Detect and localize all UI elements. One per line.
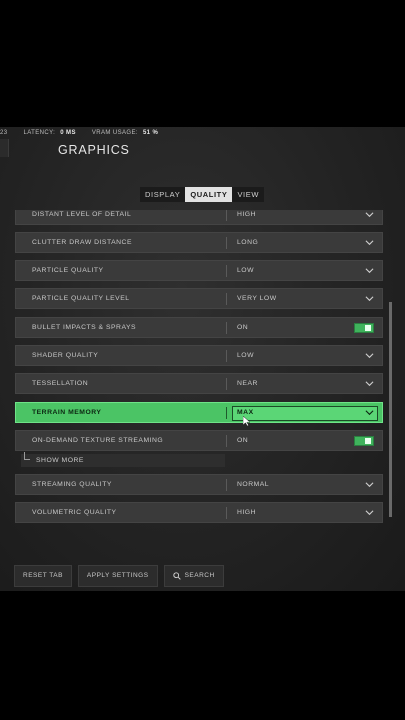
vram-value: 51 % bbox=[142, 129, 159, 136]
setting-label: CLUTTER DRAW DISTANCE bbox=[32, 239, 132, 246]
setting-label: SHADER QUALITY bbox=[32, 352, 99, 359]
chevron-down-icon[interactable] bbox=[365, 509, 374, 516]
divider bbox=[226, 265, 227, 277]
setting-row-tessellation[interactable]: TESSELLATION NEAR bbox=[15, 373, 383, 394]
divider bbox=[226, 237, 227, 249]
setting-row-on-demand-texture-streaming[interactable]: ON-DEMAND TEXTURE STREAMING ON bbox=[15, 430, 383, 451]
divider bbox=[226, 293, 227, 305]
divider bbox=[226, 479, 227, 491]
search-button[interactable]: SEARCH bbox=[163, 565, 224, 587]
dropdown-box[interactable] bbox=[232, 406, 378, 421]
show-more-link[interactable]: SHOW MORE bbox=[21, 452, 225, 467]
setting-value: ON bbox=[237, 437, 249, 444]
settings-screen: 23 LATENCY: 0 MS VRAM USAGE: 51 % GRAPHI… bbox=[0, 127, 405, 591]
setting-value: VERY LOW bbox=[237, 295, 277, 302]
setting-label: STREAMING QUALITY bbox=[32, 481, 112, 488]
chevron-down-icon[interactable] bbox=[365, 380, 374, 387]
reset-tab-label: RESET TAB bbox=[23, 572, 63, 579]
chevron-down-icon[interactable] bbox=[365, 267, 374, 274]
setting-row-distant-lod[interactable]: DISTANT LEVEL OF DETAIL HIGH bbox=[15, 210, 383, 225]
divider bbox=[226, 407, 227, 419]
tab-view[interactable]: VIEW bbox=[232, 187, 264, 202]
setting-row-volumetric-quality[interactable]: VOLUMETRIC QUALITY HIGH bbox=[15, 502, 383, 523]
tab-quality[interactable]: QUALITY bbox=[185, 187, 233, 202]
setting-label: VOLUMETRIC QUALITY bbox=[32, 509, 117, 516]
setting-value: LOW bbox=[237, 267, 254, 274]
reset-tab-button[interactable]: RESET TAB bbox=[14, 565, 72, 587]
setting-value: ON bbox=[237, 324, 249, 331]
apply-settings-button[interactable]: APPLY SETTINGS bbox=[77, 565, 158, 587]
setting-label: PARTICLE QUALITY LEVEL bbox=[32, 295, 130, 302]
divider bbox=[226, 435, 227, 447]
status-fragment: 23 bbox=[0, 129, 8, 136]
setting-row-terrain-memory[interactable]: TERRAIN MEMORY MAX bbox=[15, 402, 383, 423]
chevron-down-icon[interactable] bbox=[365, 409, 374, 416]
tab-bar: DISPLAY QUALITY VIEW bbox=[140, 187, 265, 202]
setting-row-clutter-draw-distance[interactable]: CLUTTER DRAW DISTANCE LONG bbox=[15, 232, 383, 253]
chevron-down-icon[interactable] bbox=[365, 239, 374, 246]
apply-settings-label: APPLY SETTINGS bbox=[86, 572, 149, 579]
chevron-down-icon[interactable] bbox=[365, 211, 374, 218]
setting-label: TESSELLATION bbox=[32, 380, 89, 387]
setting-label: DISTANT LEVEL OF DETAIL bbox=[32, 211, 132, 218]
divider bbox=[226, 350, 227, 362]
tree-elbow-icon bbox=[24, 452, 30, 460]
toggle-switch[interactable] bbox=[354, 323, 374, 333]
setting-value: LONG bbox=[237, 239, 259, 246]
setting-value: HIGH bbox=[237, 509, 256, 516]
side-panel-edge bbox=[0, 139, 9, 157]
toggle-switch[interactable] bbox=[354, 436, 374, 446]
divider bbox=[226, 322, 227, 334]
setting-row-particle-quality-level[interactable]: PARTICLE QUALITY LEVEL VERY LOW bbox=[15, 288, 383, 309]
chevron-down-icon[interactable] bbox=[365, 481, 374, 488]
setting-value: HIGH bbox=[237, 211, 256, 218]
setting-label: BULLET IMPACTS & SPRAYS bbox=[32, 324, 137, 331]
setting-value: LOW bbox=[237, 352, 254, 359]
show-more-label: SHOW MORE bbox=[36, 457, 84, 464]
search-label: SEARCH bbox=[184, 572, 215, 579]
latency-value: 0 MS bbox=[60, 129, 76, 136]
setting-value: NEAR bbox=[237, 380, 258, 387]
toggle-knob bbox=[365, 438, 371, 444]
toggle-knob bbox=[365, 325, 371, 331]
divider bbox=[226, 507, 227, 519]
setting-label: TERRAIN MEMORY bbox=[32, 409, 102, 416]
scrollbar[interactable] bbox=[389, 302, 392, 517]
setting-label: ON-DEMAND TEXTURE STREAMING bbox=[32, 437, 164, 444]
footer-buttons: RESET TAB APPLY SETTINGS SEARCH bbox=[14, 565, 224, 587]
vram-label: VRAM USAGE: bbox=[91, 129, 138, 136]
divider bbox=[226, 210, 227, 221]
chevron-down-icon[interactable] bbox=[365, 295, 374, 302]
chevron-down-icon[interactable] bbox=[365, 352, 374, 359]
settings-list: DISTANT LEVEL OF DETAIL HIGH CLUTTER DRA… bbox=[15, 210, 383, 527]
status-bar: 23 LATENCY: 0 MS VRAM USAGE: 51 % bbox=[0, 127, 405, 138]
setting-row-streaming-quality[interactable]: STREAMING QUALITY NORMAL bbox=[15, 474, 383, 495]
mouse-cursor-icon bbox=[243, 416, 251, 426]
setting-value: NORMAL bbox=[237, 481, 270, 488]
setting-row-shader-quality[interactable]: SHADER QUALITY LOW bbox=[15, 345, 383, 366]
setting-row-bullet-impacts[interactable]: BULLET IMPACTS & SPRAYS ON bbox=[15, 317, 383, 338]
search-icon bbox=[172, 572, 181, 580]
latency-label: LATENCY: bbox=[23, 129, 56, 136]
page-title: GRAPHICS bbox=[58, 143, 130, 157]
divider bbox=[226, 378, 227, 390]
setting-row-particle-quality[interactable]: PARTICLE QUALITY LOW bbox=[15, 260, 383, 281]
tab-display[interactable]: DISPLAY bbox=[140, 187, 185, 202]
setting-label: PARTICLE QUALITY bbox=[32, 267, 104, 274]
